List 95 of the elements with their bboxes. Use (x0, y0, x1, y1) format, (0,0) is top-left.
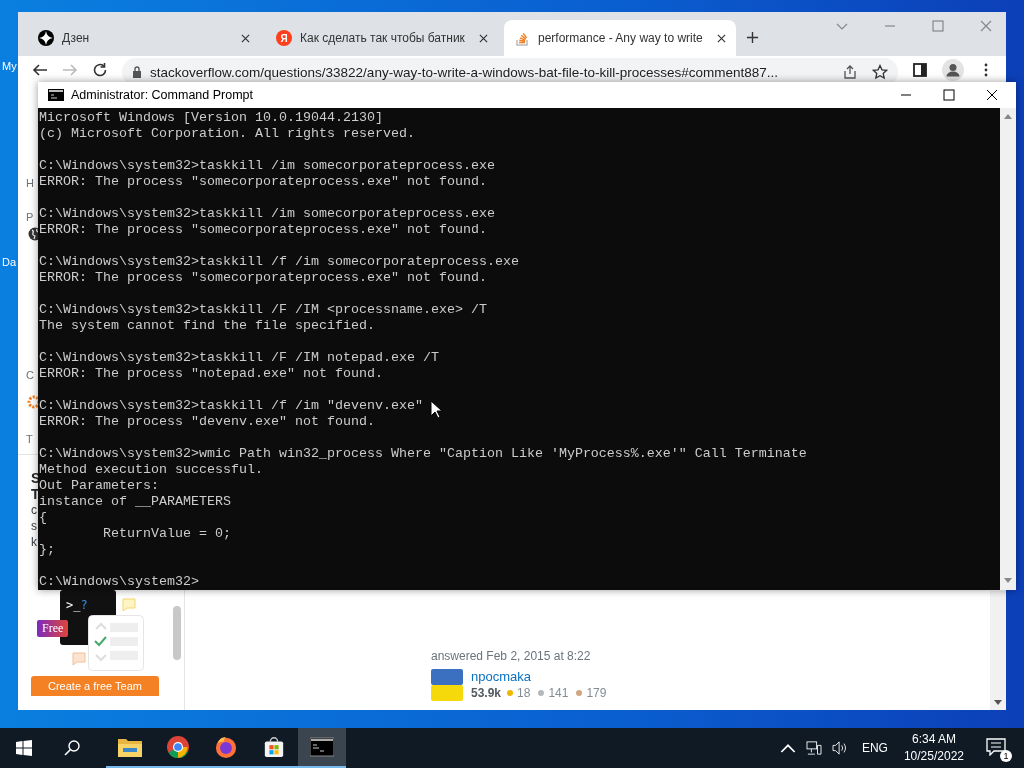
console-line: C:\Windows\system32> (39, 574, 199, 590)
badge-count: 179 (586, 686, 607, 700)
window-title: Administrator: Command Prompt (71, 88, 253, 102)
notification-count: 1 (1000, 750, 1012, 762)
nav-label: H (26, 176, 34, 190)
taskbar-app[interactable] (298, 728, 346, 768)
console-line: C:\Windows\system32>taskkill /f /im "devenv.exe" (39, 398, 423, 414)
console-line: C:\Windows\system32>taskkill /F /IM notepad.exe /T (39, 350, 439, 366)
date-text: 10/25/2022 (903, 748, 964, 765)
terminal-icon (48, 89, 64, 101)
badge-count: 18 (517, 686, 531, 700)
stack-icon (514, 30, 530, 46)
console-line: { (39, 510, 47, 526)
console-line: The system cannot find the file specified. (39, 318, 375, 334)
tab-title: Как сделать так чтобы батник (300, 31, 466, 45)
round-logo-icon (166, 736, 190, 758)
console-line: C:\Windows\system32>taskkill /f /im somecorporateprocess.exe (39, 254, 519, 270)
console-line: ERROR: The process "somecorporateprocess.exe" not found. (39, 174, 487, 190)
side-panel-icon[interactable] (912, 62, 928, 78)
speaker-icon[interactable] (831, 741, 848, 755)
close-icon[interactable] (986, 89, 998, 101)
checklist-card (88, 615, 144, 671)
flame-globe-icon (214, 736, 238, 758)
console-line: Method execution successful. (39, 462, 263, 478)
clock[interactable]: 6:34 AM 10/25/2022 (903, 731, 964, 765)
scroll-down-icon[interactable] (1004, 578, 1012, 584)
console-line: }; (39, 542, 55, 558)
share-icon[interactable] (842, 64, 858, 80)
reload-icon[interactable] (92, 62, 108, 78)
scrollbar[interactable] (173, 606, 181, 660)
scroll-up-icon[interactable] (1004, 114, 1012, 120)
back-arrow-icon[interactable] (32, 62, 48, 78)
close-icon[interactable] (479, 33, 488, 43)
prompt-symbol: >_ (66, 598, 81, 614)
answer-date: answered Feb 2, 2015 at 8:22 (431, 649, 592, 663)
plus-icon[interactable] (746, 31, 759, 44)
cursor-icon (430, 400, 442, 419)
console-line: instance of __PARAMETERS (39, 494, 231, 510)
start-icon[interactable] (16, 740, 32, 756)
search-icon[interactable] (64, 740, 80, 756)
language-indicator[interactable]: ENG (861, 741, 888, 755)
browser-tab[interactable]: performance - Any way to write (504, 20, 736, 56)
notification-icon[interactable] (986, 738, 1006, 756)
nav-label: C (26, 368, 34, 382)
console-line: ERROR: The process "devenv.exe" not found. (39, 414, 375, 430)
promo-text: c (31, 502, 37, 518)
star-circle-icon (38, 30, 54, 46)
shopping-bag-icon (262, 736, 286, 758)
profile-icon[interactable] (942, 59, 964, 81)
tab-title: performance - Any way to write (538, 31, 704, 45)
close-icon[interactable] (717, 33, 726, 43)
lock-icon (132, 66, 142, 78)
desktop-icon-label[interactable]: My (2, 60, 17, 72)
badge-dot (538, 690, 545, 696)
console-line: Microsoft Windows [Version 10.0.19044.2130] (39, 110, 383, 126)
badge-dot (576, 690, 583, 696)
close-icon[interactable] (241, 33, 250, 43)
network-icon[interactable] (805, 741, 822, 755)
console-line: ReturnValue = 0; (102, 526, 231, 542)
promo-text: s (31, 518, 37, 534)
reputation: 53.9k (471, 686, 502, 700)
badge-dot (507, 690, 514, 696)
url-text: stackoverflow.com/questions/33822/any-way-to-write-a-windows-bat-file-to-kill-processes#comment887... (150, 64, 779, 80)
nav-label: P (26, 210, 34, 224)
scrollbar[interactable] (1000, 108, 1016, 590)
console-line: Out Parameters: (39, 478, 159, 494)
console-line: C:\Windows\system32>taskkill /im somecorporateprocess.exe (39, 206, 495, 222)
avatar-image[interactable] (431, 669, 463, 701)
tab-title: Дзен (62, 31, 91, 45)
badge-count: 141 (548, 686, 569, 700)
speech-bubble-icon (72, 652, 86, 666)
folder-icon (118, 736, 142, 758)
console-line: C:\Windows\system32>wmic Path win32_process Where "Caption Like 'MyProcess%.exe'" Call Terminate (39, 446, 807, 462)
console-line: C:\Windows\system32>taskkill /F /IM <processname.exe> /T (39, 302, 487, 318)
scroll-down-icon[interactable] (994, 700, 1002, 706)
free-badge: Free (37, 620, 69, 637)
browser-tab[interactable]: Я Как сделать так чтобы батник (266, 20, 498, 56)
nav-label: T (26, 432, 33, 446)
desktop-icon-label[interactable]: Da (2, 256, 17, 268)
console-line: C:\Windows\system32>taskkill /im somecorporateprocess.exe (39, 158, 495, 174)
scrollbar[interactable] (990, 591, 1006, 710)
question-mark: ? (80, 598, 88, 614)
console-line: ERROR: The process "somecorporateprocess.exe" not found. (39, 270, 487, 286)
console-line: ERROR: The process "notepad.exe" not found. (39, 366, 383, 382)
terminal-icon (310, 736, 334, 758)
time-text: 6:34 AM (911, 731, 956, 748)
promo-text: k (31, 534, 37, 550)
console-line: (c) Microsoft Corporation. All rights reserved. (39, 126, 415, 142)
user-link[interactable]: npocmaka (471, 669, 611, 684)
console-line: ERROR: The process "somecorporateprocess.exe" not found. (39, 222, 487, 238)
letter-circle-icon: Я (276, 30, 292, 46)
star-icon[interactable] (872, 64, 888, 80)
maximize-icon[interactable] (943, 89, 955, 101)
browser-tab[interactable]: Дзен (28, 20, 260, 56)
speech-bubble-icon (122, 598, 136, 612)
